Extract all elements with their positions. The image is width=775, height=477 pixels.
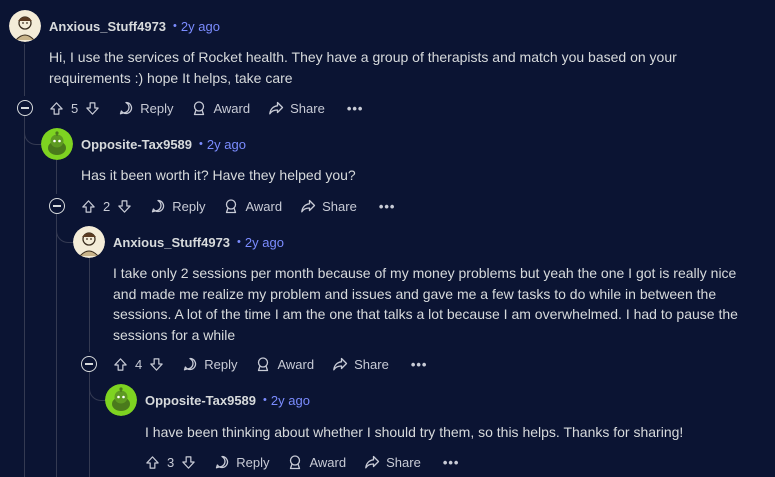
share-icon: [365, 455, 380, 469]
reply-label: Reply: [172, 198, 206, 214]
more-options-button[interactable]: •••: [379, 199, 396, 214]
upvote-icon[interactable]: [81, 199, 96, 214]
share-button[interactable]: Share: [300, 198, 357, 214]
avatar-sketch-icon[interactable]: [73, 226, 105, 258]
upvote-icon[interactable]: [113, 357, 128, 372]
thread-connector-3: [89, 374, 106, 401]
share-button[interactable]: Share: [332, 356, 389, 372]
separator-dot: •: [237, 236, 241, 248]
comment-timestamp[interactable]: 2y ago: [207, 137, 246, 152]
comment-actions-1: 5 Reply Award Share •••: [17, 96, 363, 120]
separator-dot: •: [199, 138, 203, 150]
more-options-button[interactable]: •••: [347, 101, 364, 116]
comment-actions-4: 3 Reply Award Share •••: [145, 450, 459, 474]
reply-button[interactable]: Reply: [214, 454, 269, 470]
comment-header-3: Anxious_Stuff4973 • 2y ago: [73, 226, 284, 258]
comment-actions-3: 4 Reply Award Share •••: [81, 352, 427, 376]
reply-label: Reply: [140, 100, 174, 116]
comment-body-1: Hi, I use the services of Rocket health.…: [49, 49, 677, 86]
separator-dot: •: [173, 20, 177, 32]
comment-author[interactable]: Opposite-Tax9589: [81, 137, 192, 152]
award-button[interactable]: Award: [287, 454, 346, 470]
comment-timestamp[interactable]: 2y ago: [271, 393, 310, 408]
award-label: Award: [309, 454, 347, 470]
share-label: Share: [354, 356, 389, 372]
thread-line-2b: [56, 214, 57, 477]
collapse-icon[interactable]: [81, 356, 97, 372]
thread-connector-2: [56, 216, 73, 243]
snoo-green-icon[interactable]: [105, 384, 137, 416]
thread-line-2: [56, 160, 57, 194]
reply-icon: [152, 199, 165, 213]
downvote-icon[interactable]: [181, 455, 196, 470]
award-icon: [194, 101, 205, 116]
thread-line-3: [89, 258, 90, 352]
share-button[interactable]: Share: [364, 454, 421, 470]
downvote-icon[interactable]: [117, 199, 132, 214]
comment-header-2: Opposite-Tax9589 • 2y ago: [41, 128, 246, 160]
award-icon: [226, 199, 237, 214]
downvote-icon[interactable]: [149, 357, 164, 372]
comment-body-3: I take only 2 sessions per month because…: [113, 265, 738, 343]
upvote-icon[interactable]: [49, 101, 64, 116]
separator-dot: •: [263, 394, 267, 406]
award-button[interactable]: Award: [255, 356, 314, 372]
share-button[interactable]: Share: [268, 100, 325, 116]
upvote-icon[interactable]: [145, 455, 160, 470]
vote-group: 4: [113, 357, 164, 372]
share-icon: [301, 199, 316, 213]
avatar-sketch-icon[interactable]: [9, 10, 41, 42]
vote-count: 5: [71, 100, 79, 116]
vote-count: 3: [167, 454, 175, 470]
collapse-icon[interactable]: [49, 198, 65, 214]
share-icon: [269, 101, 284, 115]
reply-button[interactable]: Reply: [150, 198, 205, 214]
share-label: Share: [386, 454, 421, 470]
more-options-button[interactable]: •••: [411, 357, 428, 372]
award-icon: [290, 455, 301, 470]
comment-timestamp[interactable]: 2y ago: [245, 235, 284, 250]
comment-header-4: Opposite-Tax9589 • 2y ago: [105, 384, 310, 416]
thread-connector-1: [24, 118, 41, 145]
vote-group: 2: [81, 199, 132, 214]
reply-button[interactable]: Reply: [118, 100, 173, 116]
award-icon: [258, 357, 269, 372]
collapse-icon[interactable]: [17, 100, 33, 116]
vote-count: 2: [103, 198, 111, 214]
award-button[interactable]: Award: [223, 198, 282, 214]
downvote-icon[interactable]: [85, 101, 100, 116]
reply-icon: [120, 101, 133, 115]
award-label: Award: [277, 356, 315, 372]
comment-actions-2: 2 Reply Award Share •••: [49, 194, 395, 218]
share-label: Share: [322, 198, 357, 214]
comment-body-2: Has it been worth it? Have they helped y…: [81, 167, 356, 183]
vote-group: 5: [49, 101, 100, 116]
award-button[interactable]: Award: [191, 100, 250, 116]
reply-icon: [184, 357, 197, 371]
snoo-green-icon[interactable]: [41, 128, 73, 160]
comment-timestamp[interactable]: 2y ago: [181, 19, 220, 34]
comment-author[interactable]: Anxious_Stuff4973: [113, 235, 230, 250]
vote-count: 4: [135, 356, 143, 372]
comment-author[interactable]: Opposite-Tax9589: [145, 393, 256, 408]
reply-label: Reply: [236, 454, 270, 470]
reply-label: Reply: [204, 356, 238, 372]
comment-body-4: I have been thinking about whether I sho…: [145, 424, 684, 440]
vote-group: 3: [145, 455, 196, 470]
award-label: Award: [213, 100, 251, 116]
reply-button[interactable]: Reply: [182, 356, 237, 372]
share-label: Share: [290, 100, 325, 116]
comment-author[interactable]: Anxious_Stuff4973: [49, 19, 166, 34]
comment-header-1: Anxious_Stuff4973 • 2y ago: [9, 10, 220, 42]
reply-icon: [216, 455, 229, 469]
thread-line-1: [24, 44, 25, 96]
award-label: Award: [245, 198, 283, 214]
share-icon: [333, 357, 348, 371]
more-options-button[interactable]: •••: [443, 455, 460, 470]
thread-line-1b: [24, 116, 25, 477]
